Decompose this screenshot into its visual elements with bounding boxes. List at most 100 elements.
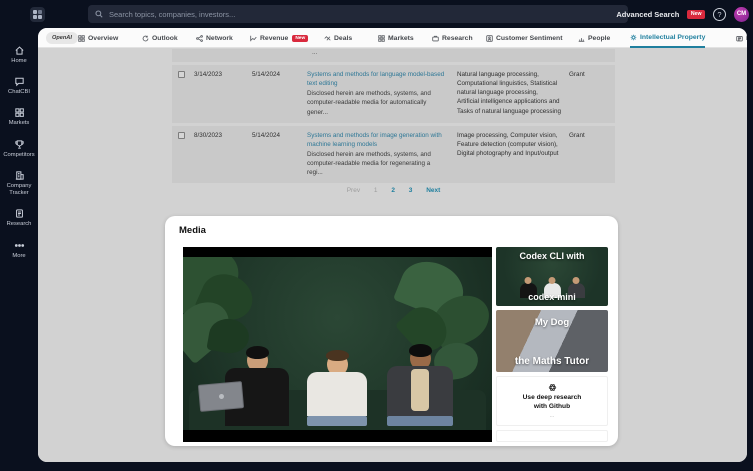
topbar-right-cluster: Advanced Search New ? CM [616, 0, 749, 28]
laptop [198, 381, 244, 412]
tab-label: Revenue [260, 35, 288, 42]
news-icon [736, 35, 743, 42]
tab-customer-sentiment[interactable]: Customer Sentiment [486, 28, 562, 48]
briefcase-icon [432, 35, 439, 42]
tab-deals[interactable]: Deals [324, 28, 352, 48]
tab-label: Overview [88, 35, 118, 42]
sidebar-item-chatcbi[interactable]: ChatCBI [0, 71, 38, 102]
building-icon [14, 170, 25, 181]
document-icon [14, 208, 25, 219]
pagination-next[interactable]: Next [426, 187, 440, 194]
network-icon [196, 35, 203, 42]
advanced-search-link[interactable]: Advanced Search [616, 10, 679, 19]
person-middle [307, 353, 367, 426]
sidebar-item-company-tracker[interactable]: Company Tracker [2, 165, 36, 203]
cell-categories: Image processing, Computer vision, Featu… [457, 131, 569, 178]
patent-description: Disclosed herein are methods, systems, a… [307, 90, 431, 115]
sidebar-label: ChatCBI [8, 89, 30, 96]
search-input[interactable] [109, 10, 621, 19]
cb-insights-logo[interactable] [30, 7, 45, 22]
tab-label: Research [442, 35, 473, 42]
grid-icon [14, 107, 25, 118]
sidebar-label: Competitors [3, 152, 34, 159]
card-title-line: Use deep research [523, 394, 582, 401]
tab-label: Outlook [152, 35, 178, 42]
outlook-icon [142, 35, 149, 42]
home-icon [14, 45, 25, 56]
row-checkbox[interactable] [178, 132, 185, 139]
media-card-partial[interactable] [496, 430, 608, 442]
user-avatar[interactable]: CM [734, 7, 749, 22]
media-thumbnail-my-dog[interactable]: My Dog the Maths Tutor [496, 310, 608, 372]
pagination-page-3[interactable]: 3 [409, 187, 413, 194]
sidebar-item-research[interactable]: Research [0, 203, 38, 234]
cell-date-filed: 3/14/2023 [194, 70, 252, 117]
tab-revenue[interactable]: Revenue New [250, 28, 308, 48]
markets-icon [378, 35, 385, 42]
company-pill-openai[interactable]: OpenAI [46, 32, 78, 44]
tab-people[interactable]: People [578, 28, 610, 48]
sidebar-item-more[interactable]: More [0, 235, 38, 266]
company-tab-bar: OpenAI Overview Outlook Network Revenue … [38, 28, 747, 48]
tab-network[interactable]: Network [196, 28, 233, 48]
sidebar-item-markets[interactable]: Markets [0, 102, 38, 133]
video-still [183, 257, 492, 430]
top-bar: Advanced Search New ? CM [0, 0, 753, 28]
tab-news[interactable]: News [736, 28, 747, 48]
tab-research[interactable]: Research [432, 28, 473, 48]
person-left [225, 349, 289, 426]
media-thumbnail-codex-cli[interactable]: Codex CLI with codex-mini [496, 247, 608, 306]
sidebar-item-competitors[interactable]: Competitors [0, 134, 38, 165]
thumbnail-title-line: My Dog [496, 317, 608, 328]
tab-label: Markets [388, 35, 414, 42]
pagination-page-2[interactable]: 2 [391, 187, 395, 194]
truncated-text: ... [312, 49, 317, 56]
app-window: OpenAI Overview Outlook Network Revenue … [38, 28, 747, 462]
tab-overview[interactable]: Overview [78, 28, 118, 48]
pagination-prev[interactable]: Prev [347, 187, 360, 194]
sidebar-label: More [12, 253, 25, 260]
pagination-page-1[interactable]: 1 [374, 187, 378, 194]
patent-description: Disclosed herein are methods, systems, a… [307, 151, 431, 176]
tab-label: People [588, 35, 610, 42]
ellipsis-icon [14, 240, 25, 251]
patent-title-link[interactable]: Systems and methods for image generation… [307, 131, 447, 149]
pagination: Prev 1 2 3 Next [172, 187, 615, 194]
openai-logo-icon [548, 383, 557, 392]
overview-icon [78, 35, 85, 42]
cell-status: Grant [569, 70, 607, 117]
tab-markets[interactable]: Markets [378, 28, 414, 48]
sidebar-item-home[interactable]: Home [0, 40, 38, 71]
search-icon [95, 10, 103, 18]
cell-date-granted: 5/14/2024 [252, 131, 307, 178]
revenue-new-badge: New [292, 35, 308, 42]
deals-icon [324, 35, 331, 42]
advanced-search-new-badge: New [687, 10, 705, 19]
table-row-partial: ... [172, 49, 615, 62]
tab-intellectual-property[interactable]: Intellectual Property [630, 28, 705, 48]
tab-outlook[interactable]: Outlook [142, 28, 178, 48]
tab-label: Customer Sentiment [496, 35, 562, 42]
sidebar-label: Markets [9, 120, 30, 127]
thumbnail-title-line: Codex CLI with [496, 251, 608, 261]
card-more-ellipsis: ... [549, 413, 554, 419]
help-icon[interactable]: ? [713, 8, 726, 21]
table-row: 3/14/2023 5/14/2024 Systems and methods … [172, 65, 615, 123]
sidebar: Home ChatCBI Markets Competitors Company… [0, 28, 38, 471]
media-card-deep-research[interactable]: Use deep research with Github ... [496, 376, 608, 426]
logo-grid-icon [33, 10, 42, 19]
thumbnail-title-line: codex-mini [496, 292, 608, 302]
patent-title-link[interactable]: Systems and methods for language model-b… [307, 70, 447, 88]
cell-categories: Natural language processing, Computation… [457, 70, 569, 117]
global-search [88, 5, 628, 23]
video-player[interactable] [183, 247, 492, 442]
card-title-line: with Github [534, 403, 570, 410]
row-checkbox[interactable] [178, 71, 185, 78]
patents-table: ... 3/14/2023 5/14/2024 Systems and meth… [172, 49, 615, 186]
tab-label: Deals [334, 35, 352, 42]
trophy-icon [14, 139, 25, 150]
intellectual-property-icon [630, 34, 637, 41]
thumbnail-title-line: the Maths Tutor [496, 356, 608, 367]
cell-date-filed: 8/30/2023 [194, 131, 252, 178]
media-section-title: Media [179, 225, 206, 236]
